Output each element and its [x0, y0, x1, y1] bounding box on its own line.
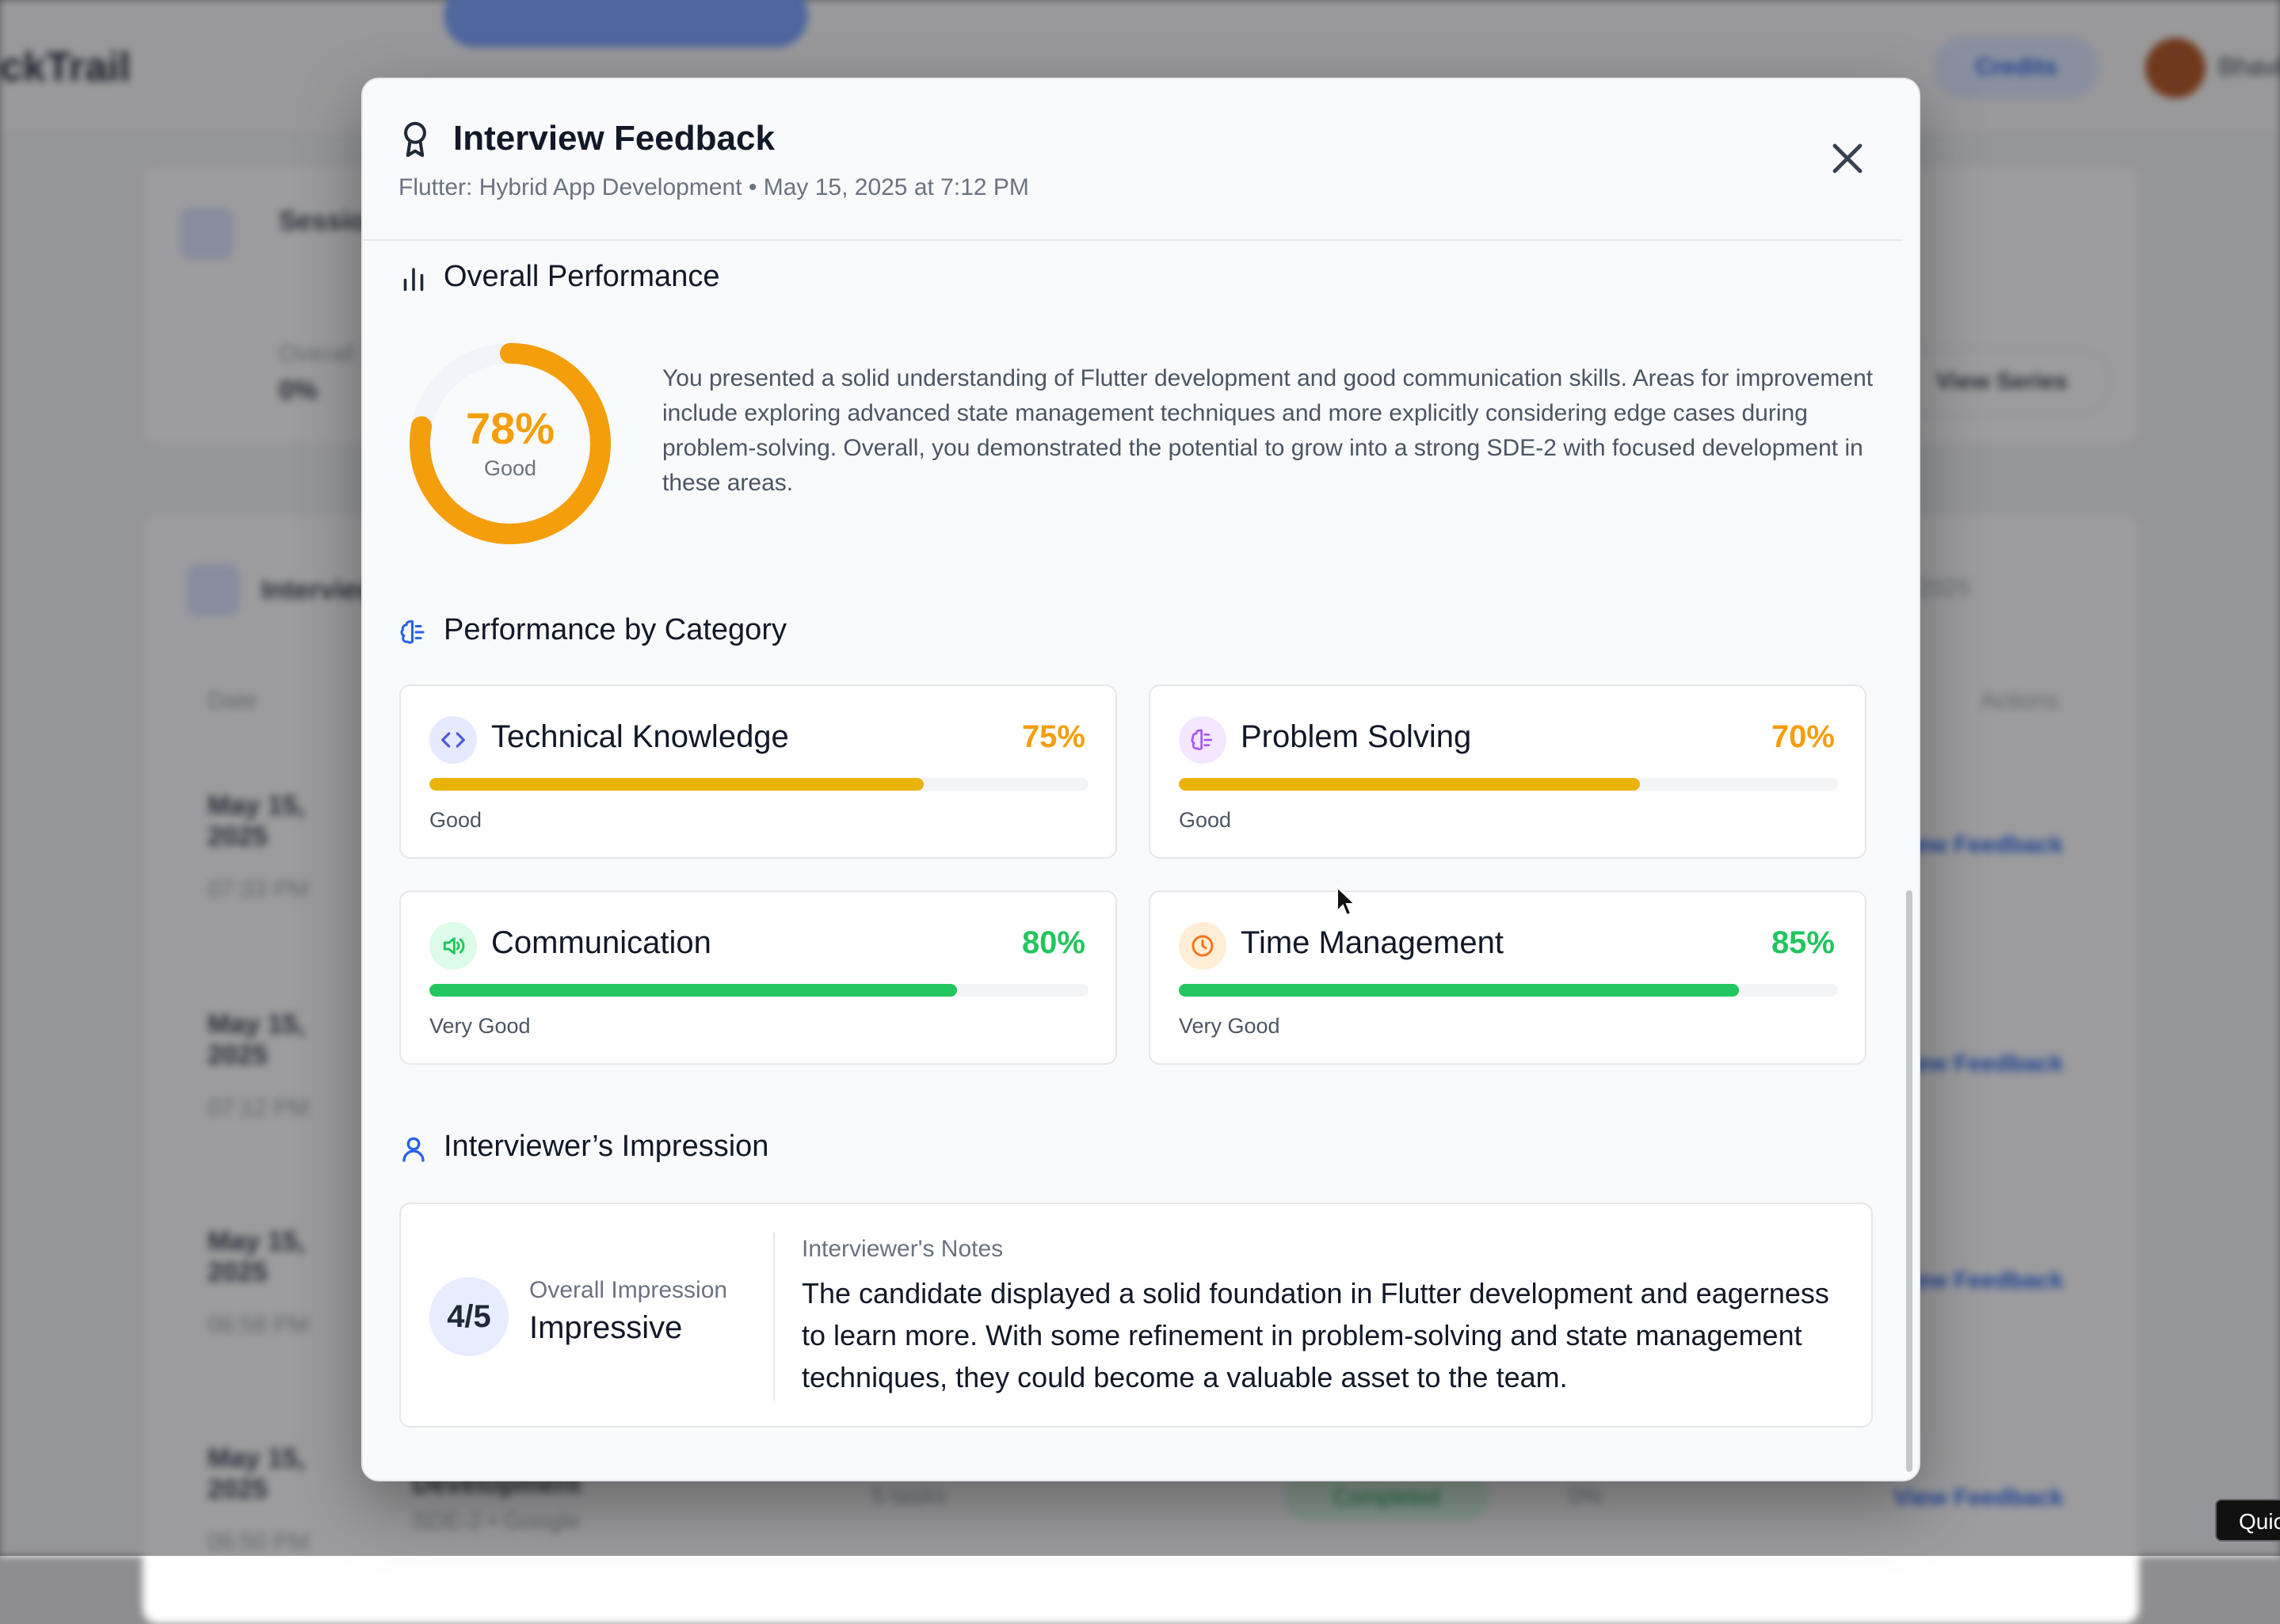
category-icon-bg: [429, 922, 477, 970]
performance-by-category-heading: Performance by Category: [444, 613, 787, 646]
overall-summary: You presented a solid understanding of F…: [662, 365, 1874, 496]
category-icon-bg: [1179, 716, 1226, 764]
category-card-communication: Communication 80% Very Good: [399, 890, 1117, 1065]
brain-icon: [400, 619, 425, 644]
dialog-header: Interview Feedback Flutter: Hybrid App D…: [363, 79, 1903, 241]
impression-rating: 4/5: [429, 1277, 509, 1356]
category-progress-track: [1179, 984, 1838, 997]
category-name: Time Management: [1241, 925, 1504, 960]
interviewer-notes-label: Interviewer's Notes: [802, 1236, 1004, 1262]
category-level: Very Good: [429, 1014, 531, 1038]
category-score: 75%: [1021, 719, 1085, 754]
overall-score-rating: Good: [483, 456, 537, 480]
interviewer-impression-heading: Interviewer’s Impression: [444, 1130, 769, 1163]
category-name: Communication: [491, 925, 711, 960]
category-card-technical-knowledge: Technical Knowledge 75% Good: [399, 684, 1117, 859]
overall-impression-value: Impressive: [529, 1310, 683, 1345]
bar-chart-icon: [403, 268, 424, 292]
mouse-cursor-icon: [1336, 886, 1356, 917]
overall-score-value: 78%: [465, 403, 555, 453]
category-card-time-management: Time Management 85% Very Good: [1149, 890, 1866, 1065]
category-progress-fill: [1179, 778, 1641, 791]
category-card-problem-solving: Problem Solving 70% Good: [1149, 684, 1866, 859]
code-icon: [441, 732, 465, 748]
quick-button[interactable]: Quick: [2215, 1499, 2280, 1542]
overall-impression-label: Overall Impression: [529, 1277, 728, 1303]
category-icon-bg: [429, 716, 477, 764]
interviewer-notes-text: The candidate displayed a solid foundati…: [802, 1277, 1829, 1393]
divider: [773, 1233, 775, 1401]
category-progress-track: [429, 778, 1089, 791]
clock-icon: [1191, 935, 1214, 957]
category-level: Good: [429, 808, 482, 832]
category-score: 70%: [1771, 719, 1835, 754]
overall-performance-heading: Overall Performance: [444, 260, 720, 293]
award-icon: [404, 121, 426, 158]
category-score: 80%: [1021, 925, 1085, 960]
user-icon: [402, 1137, 425, 1162]
dialog-title: Interview Feedback: [453, 119, 775, 158]
brain-icon: [1191, 729, 1212, 750]
category-progress-fill: [429, 984, 957, 997]
category-progress-fill: [429, 778, 924, 791]
speaker-icon: [443, 937, 465, 955]
category-level: Good: [1179, 808, 1232, 832]
category-level: Very Good: [1179, 1014, 1280, 1038]
category-icon-bg: [1179, 922, 1226, 970]
category-score: 85%: [1771, 925, 1835, 960]
category-progress-fill: [1179, 984, 1740, 997]
category-name: Technical Knowledge: [491, 719, 789, 754]
category-progress-track: [1179, 778, 1838, 791]
interview-feedback-dialog: Interview Feedback Flutter: Hybrid App D…: [361, 78, 1920, 1481]
impression-card: 4/5 Overall Impression Impressive Interv…: [399, 1203, 1873, 1428]
category-name: Problem Solving: [1241, 719, 1472, 754]
dialog-subtitle: Flutter: Hybrid App Development • May 15…: [398, 174, 1029, 200]
close-icon[interactable]: [1828, 139, 1866, 177]
scrollbar[interactable]: [1906, 890, 1912, 1472]
category-progress-track: [429, 984, 1089, 997]
